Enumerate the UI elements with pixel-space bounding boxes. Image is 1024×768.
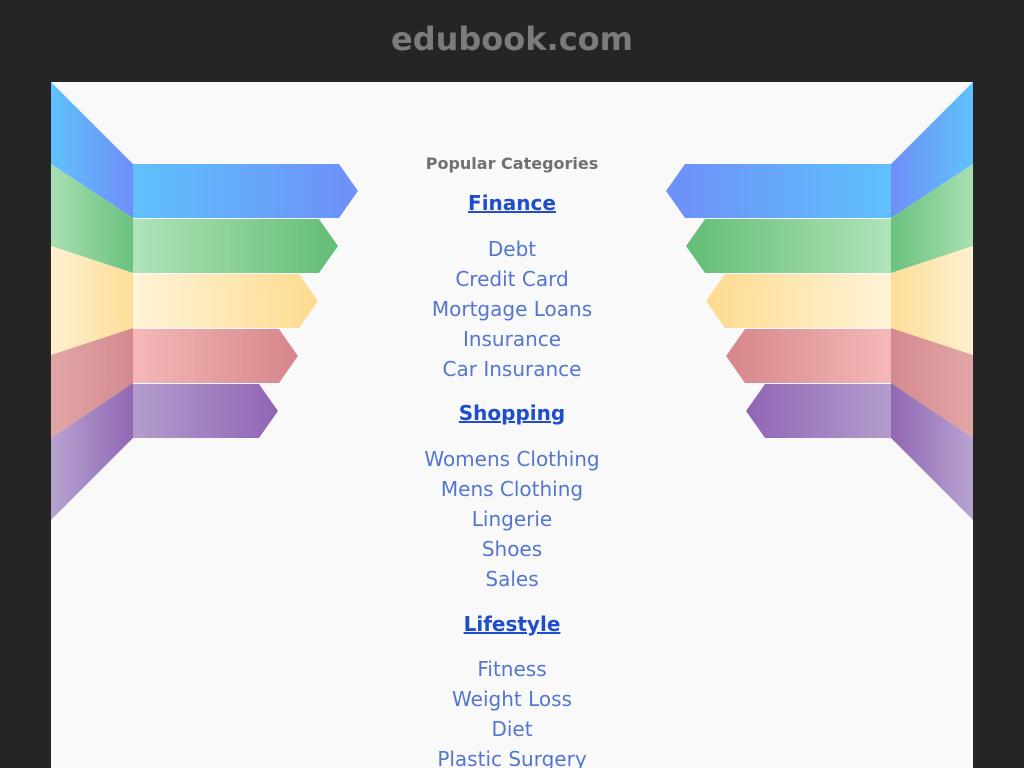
link-lingerie[interactable]: Lingerie (472, 507, 552, 531)
list-item: Lingerie (51, 507, 973, 531)
list-item: Mortgage Loans (51, 297, 973, 321)
link-credit-card[interactable]: Credit Card (455, 267, 568, 291)
link-car-insurance[interactable]: Car Insurance (443, 357, 582, 381)
category-link-lifestyle[interactable]: Lifestyle (464, 612, 561, 636)
link-diet[interactable]: Diet (491, 717, 532, 741)
list-item: Sales (51, 567, 973, 591)
list-item: Diet (51, 717, 973, 741)
list-item: Debt (51, 237, 973, 261)
list-item: Womens Clothing (51, 447, 973, 471)
popular-categories-heading: Popular Categories (425, 154, 599, 173)
domain-name: edubook.com (391, 20, 633, 58)
list-item: Insurance (51, 327, 973, 351)
link-insurance[interactable]: Insurance (463, 327, 561, 351)
link-weight-loss[interactable]: Weight Loss (452, 687, 572, 711)
list-item: Weight Loss (51, 687, 973, 711)
list-item: Car Insurance (51, 357, 973, 381)
list-item: Fitness (51, 657, 973, 681)
category-link-shopping[interactable]: Shopping (459, 401, 565, 425)
list-item: Plastic Surgery (51, 747, 973, 768)
list-item: Credit Card (51, 267, 973, 291)
content-panel: Popular Categories Finance Debt Credit C… (51, 82, 973, 768)
category-link-finance[interactable]: Finance (468, 191, 556, 215)
link-mortgage-loans[interactable]: Mortgage Loans (432, 297, 592, 321)
link-debt[interactable]: Debt (488, 237, 536, 261)
link-fitness[interactable]: Fitness (477, 657, 546, 681)
link-mens-clothing[interactable]: Mens Clothing (441, 477, 583, 501)
link-plastic-surgery[interactable]: Plastic Surgery (437, 747, 586, 768)
link-womens-clothing[interactable]: Womens Clothing (424, 447, 599, 471)
link-sales[interactable]: Sales (485, 567, 538, 591)
top-bar: edubook.com (0, 0, 1024, 82)
link-shoes[interactable]: Shoes (482, 537, 542, 561)
list-item: Shoes (51, 537, 973, 561)
category-finance: Finance (51, 191, 973, 215)
category-shopping: Shopping (51, 401, 973, 425)
list-item: Mens Clothing (51, 477, 973, 501)
category-lifestyle: Lifestyle (51, 612, 973, 636)
